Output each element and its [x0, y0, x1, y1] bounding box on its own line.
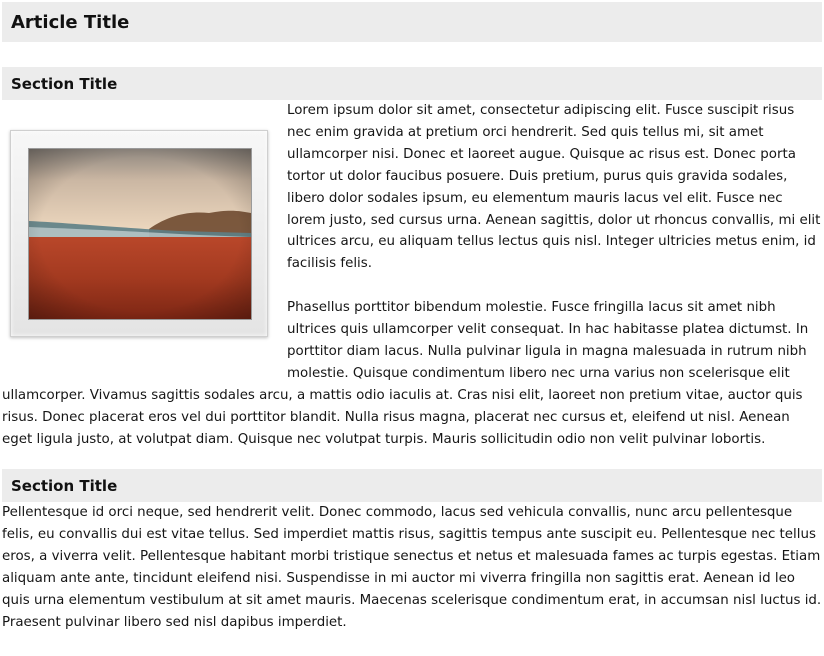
image-frame	[10, 130, 268, 337]
section-header: Section Title	[2, 469, 822, 502]
section-body: Lorem ipsum dolor sit amet, consectetur …	[2, 100, 822, 450]
section-title: Section Title	[11, 477, 118, 495]
paragraph: Pellentesque id orci neque, sed hendreri…	[2, 505, 822, 630]
section-title: Section Title	[11, 75, 118, 93]
article-image	[2, 100, 287, 370]
section-header: Section Title	[2, 67, 822, 100]
article-title: Article Title	[11, 12, 130, 33]
article-header: Article Title	[2, 2, 822, 42]
landscape-photo	[28, 148, 252, 320]
